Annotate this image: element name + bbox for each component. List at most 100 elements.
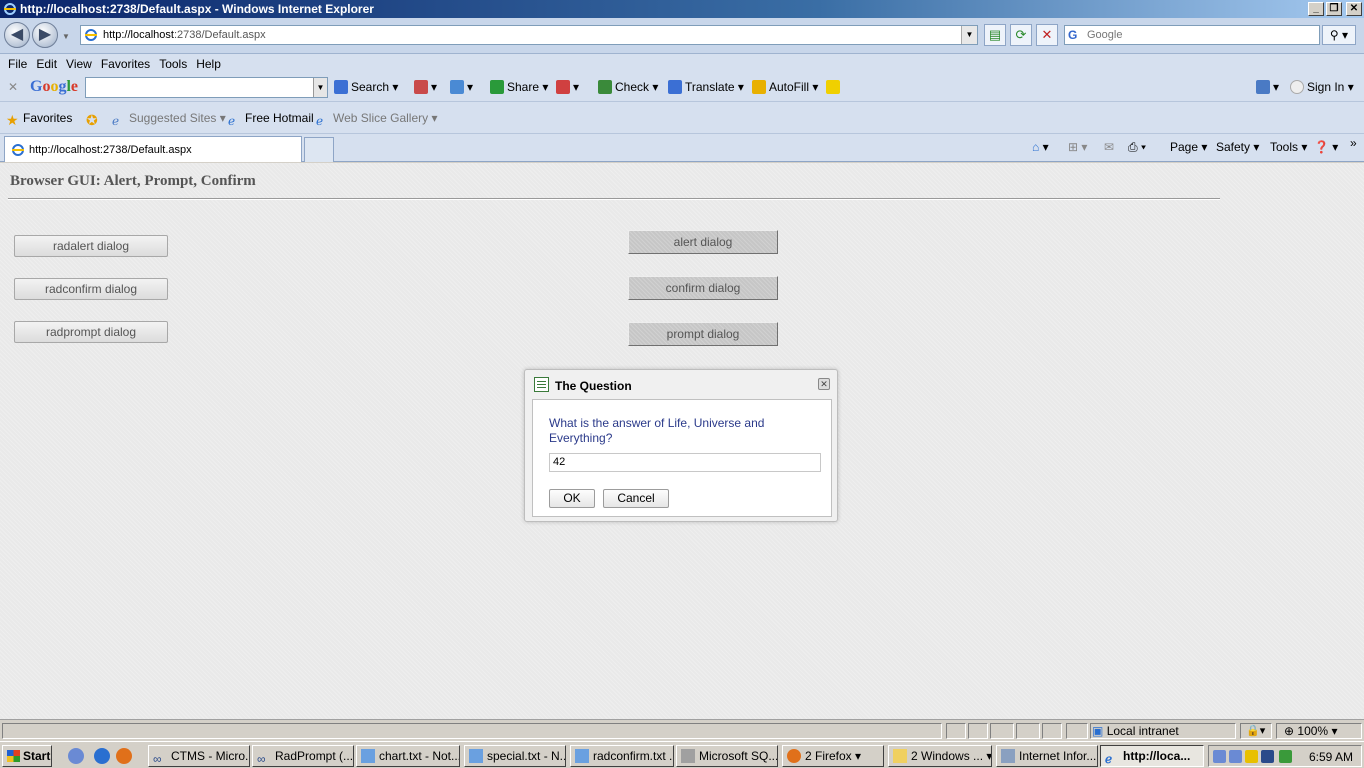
taskbar-item-special[interactable]: special.txt - N... <box>464 745 566 767</box>
print-button[interactable]: ⎙ ▾ <box>1128 140 1146 155</box>
home-button[interactable]: ⌂ ▾ <box>1032 140 1049 154</box>
share-label: Share <box>507 80 540 94</box>
highlighter-icon[interactable] <box>826 80 843 94</box>
messenger-icon[interactable] <box>1261 750 1274 763</box>
menu-bar: File Edit View Favorites Tools Help <box>0 54 1364 74</box>
minimize-button[interactable]: _ <box>1308 2 1324 16</box>
sign-in-button[interactable]: Sign In ▾ <box>1290 80 1354 94</box>
menu-view[interactable]: View <box>62 54 97 74</box>
share-button[interactable]: Share ▾ <box>490 80 548 94</box>
address-url: http://localhost:2738/Default.aspx <box>103 29 266 41</box>
mail-button[interactable]: ✉ <box>1104 140 1114 154</box>
forward-button[interactable]: ▶ <box>32 22 58 48</box>
close-window-button[interactable]: ✕ <box>1346 2 1362 16</box>
confirm-button[interactable]: confirm dialog <box>628 276 778 300</box>
address-host: http://localhost <box>103 29 174 41</box>
web-slice-gallery-link[interactable]: ℯ Web Slice Gallery ▾ <box>316 111 438 128</box>
tools-menu[interactable]: Tools ▾ <box>1270 140 1307 154</box>
taskbar-item-firefox[interactable]: 2 Firefox ▾ <box>782 745 884 767</box>
firefox-icon <box>787 749 801 763</box>
new-tab-button[interactable] <box>304 137 334 162</box>
shield-icon[interactable] <box>1245 750 1258 763</box>
quicklaunch-firefox-icon[interactable] <box>116 748 132 764</box>
refresh-icon[interactable]: ⟳ <box>1010 24 1032 46</box>
cancel-button[interactable]: Cancel <box>603 489 669 508</box>
taskbar-item-chart[interactable]: chart.txt - Not... <box>356 745 460 767</box>
menu-file[interactable]: File <box>4 54 32 74</box>
security-zone: ▣ Local intranet <box>1092 724 1179 738</box>
maximize-button[interactable]: ❐ <box>1326 2 1342 16</box>
spellcheck-icon <box>598 80 612 94</box>
search-input[interactable]: G Google <box>1064 25 1320 45</box>
intranet-icon: ▣ <box>1092 724 1104 738</box>
zoom-level[interactable]: ⊕ 100% ▾ <box>1284 724 1337 738</box>
network-icon[interactable] <box>1213 750 1226 763</box>
dialog-close-icon[interactable]: ✕ <box>818 378 830 390</box>
history-dropdown-icon[interactable]: ▼ <box>62 32 70 41</box>
taskbar-item-ctms[interactable]: ∞ CTMS - Micro... <box>148 745 250 767</box>
menu-edit[interactable]: Edit <box>32 54 62 74</box>
update-icon[interactable] <box>1279 750 1292 763</box>
web-slice-gallery-label: Web Slice Gallery <box>333 111 429 125</box>
wrench-button[interactable]: ▾ <box>1256 80 1279 94</box>
favorites-button[interactable]: ★ Favorites <box>6 111 72 128</box>
safety-menu[interactable]: Safety ▾ <box>1216 140 1259 154</box>
translate-button[interactable]: Translate ▾ <box>668 80 744 94</box>
alert-button[interactable]: alert dialog <box>628 230 778 254</box>
address-bar[interactable]: http://localhost:2738/Default.aspx ▼ <box>80 25 978 45</box>
dialog-title: The Question <box>555 379 632 393</box>
taskbar-item-windows[interactable]: 2 Windows ... ▾ <box>888 745 992 767</box>
google-search-dropdown-icon[interactable]: ▼ <box>313 78 327 97</box>
ok-button[interactable]: OK <box>549 489 595 508</box>
pencil-icon <box>826 80 840 94</box>
radprompt-button[interactable]: radprompt dialog <box>14 321 168 343</box>
quicklaunch-ie-icon[interactable] <box>94 748 110 764</box>
taskbar-item-radprompt[interactable]: ∞ RadPrompt (... <box>252 745 354 767</box>
dialog-icon <box>534 377 549 392</box>
close-toolbar-icon[interactable]: ✕ <box>8 80 18 94</box>
start-button[interactable]: Start <box>2 745 52 767</box>
menu-tools[interactable]: Tools <box>155 54 192 74</box>
status-segment <box>1016 723 1040 739</box>
help-button[interactable]: ❓ ▾ <box>1314 140 1338 154</box>
google-search-input[interactable]: ▼ <box>85 77 328 98</box>
tools-menu-label: Tools <box>1270 140 1299 154</box>
menu-favorites[interactable]: Favorites <box>97 54 155 74</box>
tab-localhost[interactable]: http://localhost:2738/Default.aspx <box>4 136 302 162</box>
back-button[interactable]: ◀ <box>4 22 30 48</box>
translate-icon <box>668 80 682 94</box>
autofill-button[interactable]: AutoFill ▾ <box>752 80 818 94</box>
free-hotmail-link[interactable]: ℯ Free Hotmail <box>228 111 314 128</box>
google-search-button[interactable]: Search ▾ <box>334 80 398 94</box>
taskbar-item-ie-active[interactable]: ℯ http://loca... <box>1100 745 1204 767</box>
radalert-button[interactable]: radalert dialog <box>14 235 168 257</box>
search-go-icon[interactable]: ⚲ ▾ <box>1322 25 1356 45</box>
add-favorite-icon[interactable]: ✪ <box>86 111 103 128</box>
address-dropdown-icon[interactable]: ▼ <box>961 26 977 44</box>
taskbar-item-label: special.txt - N... <box>487 749 566 763</box>
stop-icon[interactable]: ✕ <box>1036 24 1058 46</box>
network-icon[interactable] <box>1229 750 1242 763</box>
notepad-icon <box>469 749 483 763</box>
blocked-button[interactable]: ▾ <box>556 80 579 94</box>
menu-help[interactable]: Help <box>192 54 226 74</box>
popup-blocker-button[interactable]: ▾ <box>414 80 437 94</box>
taskbar-item-radconfirm[interactable]: radconfirm.txt ... <box>570 745 674 767</box>
compatibility-view-icon[interactable]: ▤ <box>984 24 1006 46</box>
answer-input[interactable]: 42 <box>549 453 821 472</box>
windows-flag-icon <box>7 750 20 762</box>
bookmarks-button[interactable]: ▾ <box>450 80 473 94</box>
quicklaunch-explorer-icon[interactable] <box>68 748 84 764</box>
check-button[interactable]: Check ▾ <box>598 80 658 94</box>
google-search-label: Search <box>351 80 390 94</box>
page-menu[interactable]: Page ▾ <box>1170 140 1207 154</box>
more-chevron-icon[interactable]: » <box>1350 136 1357 150</box>
taskbar-item-iis[interactable]: Internet Infor... <box>996 745 1098 767</box>
status-bar: ▣ Local intranet 🔒▾ ⊕ 100% ▾ <box>0 719 1364 741</box>
taskbar-item-sql[interactable]: Microsoft SQ... <box>676 745 778 767</box>
taskbar-item-label: 2 Windows ... <box>911 749 984 763</box>
prompt-button[interactable]: prompt dialog <box>628 322 778 346</box>
feeds-button[interactable]: ⊞ ▾ <box>1068 140 1087 154</box>
suggested-sites-link[interactable]: ℯ Suggested Sites ▾ <box>112 111 226 128</box>
radconfirm-button[interactable]: radconfirm dialog <box>14 278 168 300</box>
